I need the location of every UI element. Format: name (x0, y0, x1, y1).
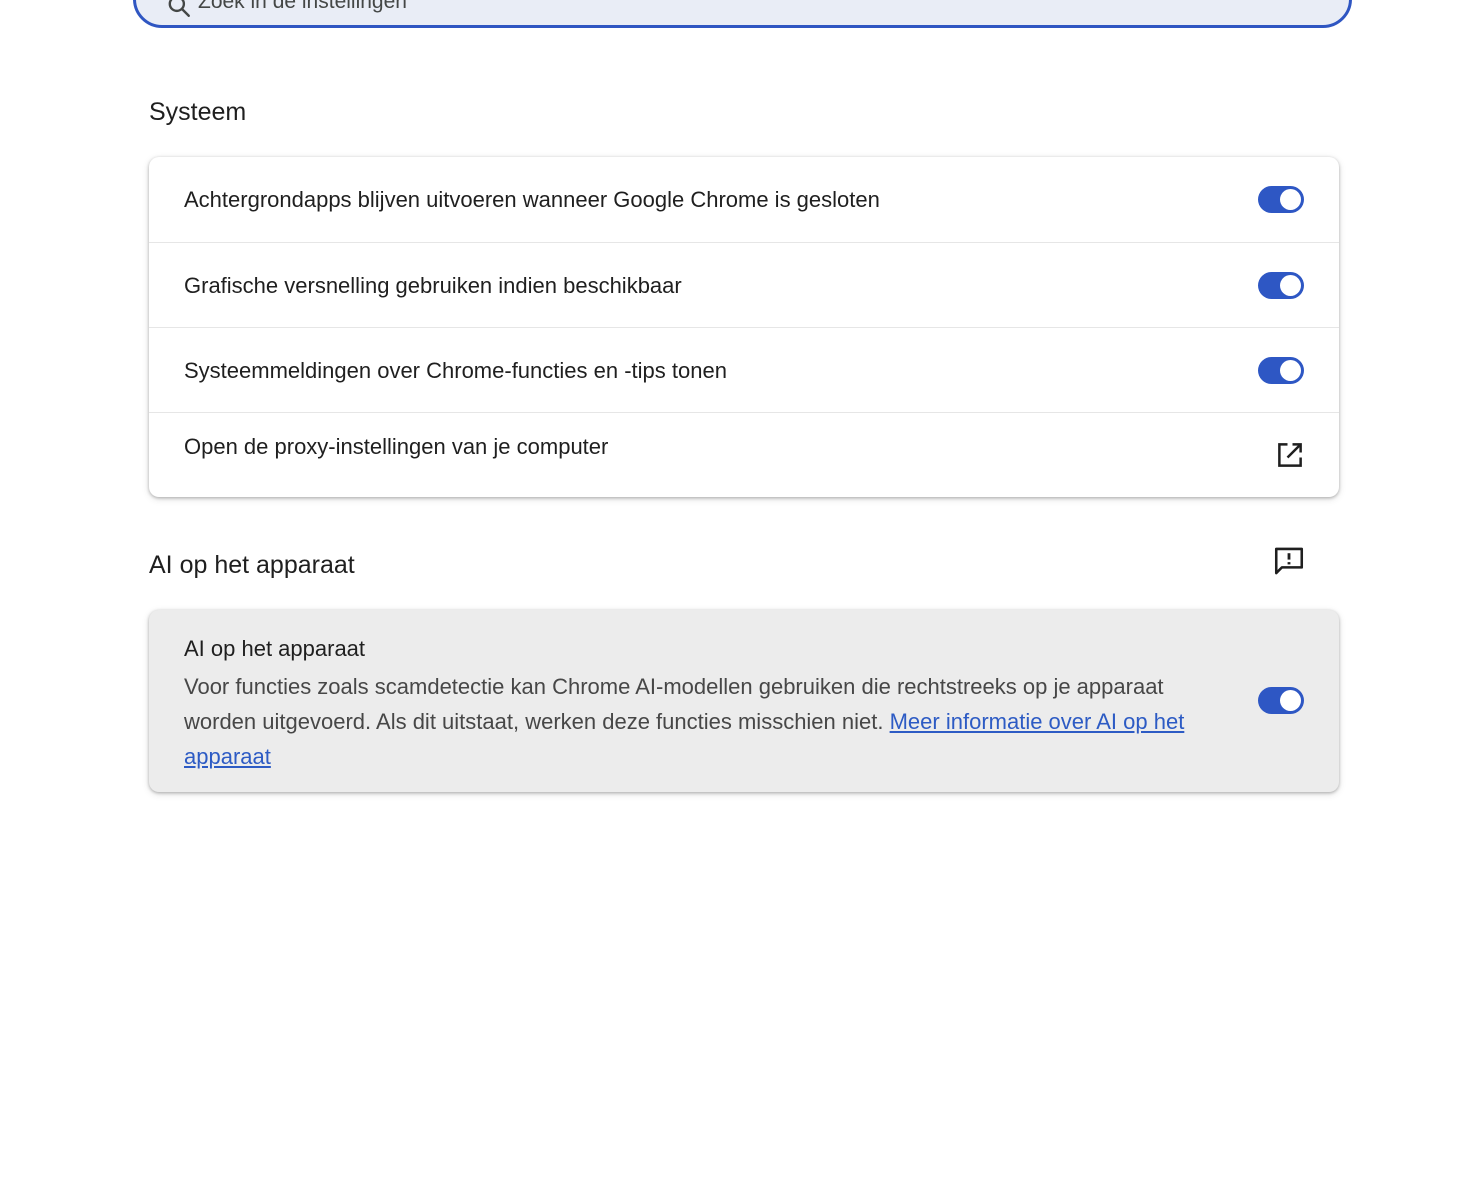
search-box[interactable] (133, 0, 1352, 28)
setting-row-background-apps[interactable]: Achtergrondapps blijven uitvoeren wannee… (149, 157, 1339, 242)
setting-label: Systeemmeldingen over Chrome-functies en… (184, 358, 727, 383)
feedback-icon[interactable] (1272, 544, 1306, 578)
system-notifications-toggle[interactable] (1258, 357, 1304, 384)
section-title-systeem: Systeem (149, 98, 247, 126)
toggle-knob (1280, 360, 1301, 381)
search-icon (168, 0, 190, 17)
toggle-knob (1280, 690, 1301, 711)
search-input[interactable] (198, 0, 1098, 17)
setting-description: Voor functies zoals scamdetectie kan Chr… (184, 669, 1234, 774)
system-settings-card: Achtergrondapps blijven uitvoeren wannee… (149, 157, 1339, 497)
setting-row-proxy-settings[interactable]: Open de proxy-instellingen van je comput… (149, 412, 1339, 497)
setting-label: Grafische versnelling gebruiken indien b… (184, 273, 682, 298)
ai-settings-card: AI op het apparaat Voor functies zoals s… (149, 610, 1339, 792)
setting-row-on-device-ai[interactable]: AI op het apparaat Voor functies zoals s… (149, 610, 1339, 792)
settings-page: Systeem Achtergrondapps blijven uitvoere… (0, 0, 1473, 1183)
on-device-ai-toggle[interactable] (1258, 687, 1304, 714)
setting-label: Open de proxy-instellingen van je comput… (184, 434, 609, 459)
section-title-ai: AI op het apparaat (149, 551, 355, 579)
background-apps-toggle[interactable] (1258, 186, 1304, 213)
setting-title: AI op het apparaat (184, 636, 366, 661)
setting-row-hardware-acceleration[interactable]: Grafische versnelling gebruiken indien b… (149, 242, 1339, 327)
open-in-new-icon[interactable] (1275, 440, 1305, 470)
toggle-knob (1280, 275, 1301, 296)
toggle-knob (1280, 189, 1301, 210)
setting-row-system-notifications[interactable]: Systeemmeldingen over Chrome-functies en… (149, 327, 1339, 412)
hardware-acceleration-toggle[interactable] (1258, 272, 1304, 299)
setting-label: Achtergrondapps blijven uitvoeren wannee… (184, 187, 880, 212)
